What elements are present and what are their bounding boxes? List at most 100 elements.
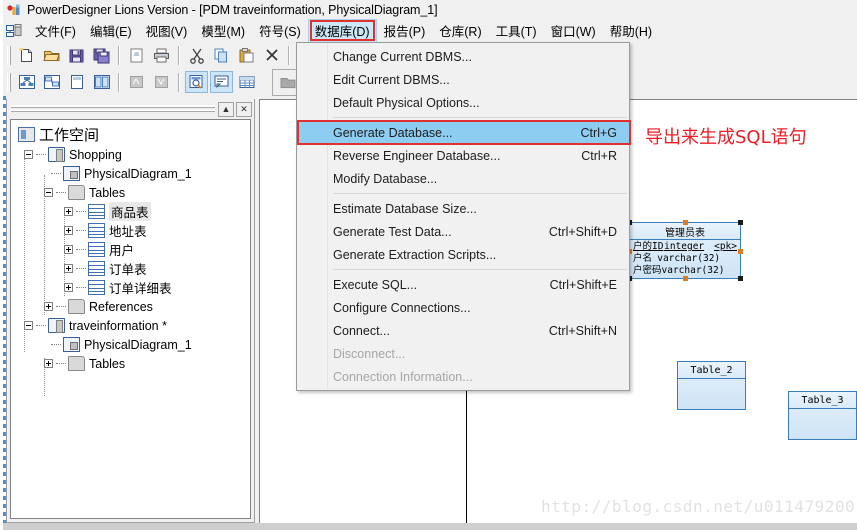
annotation-text: 导出来生成SQL语句 (645, 127, 807, 148)
model-icon (48, 318, 65, 333)
cut-icon[interactable] (185, 44, 208, 66)
menu-item-reverse-engineer-database[interactable]: Reverse Engineer Database... Ctrl+R (297, 144, 629, 167)
selection-handle[interactable] (683, 276, 688, 281)
cdm-icon[interactable] (15, 71, 38, 93)
print-preview-icon[interactable] (125, 44, 148, 66)
menu-report[interactable]: 报告(P) (377, 19, 433, 43)
menu-item-change-current-dbms[interactable]: Change Current DBMS... (297, 45, 629, 68)
open-icon[interactable] (40, 44, 63, 66)
delete-icon[interactable] (260, 44, 283, 66)
menu-item-generate-extraction-scripts[interactable]: Generate Extraction Scripts... (297, 243, 629, 266)
tree-node-shopping[interactable]: Shopping (15, 145, 250, 164)
table-shape-table-3[interactable]: Table_3 (788, 391, 857, 440)
copy-icon[interactable] (210, 44, 233, 66)
menu-item-shortcut: Ctrl+Shift+E (549, 277, 617, 292)
table-shape-table-2[interactable]: Table_2 (677, 361, 746, 410)
menu-model[interactable]: 模型(M) (194, 19, 252, 43)
menu-help[interactable]: 帮助(H) (603, 19, 659, 43)
menu-window[interactable]: 窗口(W) (544, 19, 603, 43)
tree-node-tables-travel[interactable]: Tables (15, 354, 250, 373)
table-shape-guanliyuanbiao[interactable]: 管理员表 户的ID integer <pk> 户名 varchar(32) 户密… (627, 220, 743, 281)
tree-expander-plus[interactable] (44, 359, 53, 368)
panel-drag-grip[interactable] (11, 105, 215, 113)
tree-label: 订单详细表 (109, 282, 172, 296)
tree-node-physicaldiagram-1[interactable]: PhysicalDiagram_1 (15, 164, 250, 183)
table-icon (88, 242, 105, 257)
tree-expander-minus[interactable] (44, 188, 53, 197)
side-by-side-icon[interactable] (90, 71, 113, 93)
tree-node-physicaldiagram-1-travel[interactable]: PhysicalDiagram_1 (15, 335, 250, 354)
menu-item-configure-connections[interactable]: Configure Connections... (297, 296, 629, 319)
tree-node-table-dingdanbiao[interactable]: 订单表 (15, 259, 250, 278)
menu-edit[interactable]: 编辑(E) (83, 19, 139, 43)
menu-view[interactable]: 视图(V) (139, 19, 195, 43)
menu-item-modify-database[interactable]: Modify Database... (297, 167, 629, 190)
tree-expander-plus[interactable] (64, 264, 73, 273)
tree-label: traveinformation * (69, 318, 167, 333)
toolbar-grip[interactable] (7, 45, 11, 65)
menu-item-edit-current-dbms[interactable]: Edit Current DBMS... (297, 68, 629, 91)
collapse-icon[interactable]: ▲ (218, 101, 234, 117)
tree-node-table-shangpinbiao[interactable]: 商品表 (15, 202, 250, 221)
menu-file[interactable]: 文件(F) (28, 19, 83, 43)
tree-node-table-dizhibiao[interactable]: 地址表 (15, 221, 250, 240)
tree-expander-plus[interactable] (64, 283, 73, 292)
selection-handle[interactable] (738, 220, 743, 225)
toolbar-grip[interactable] (7, 72, 11, 92)
toolbar-separator (178, 45, 180, 65)
menu-item-label: Default Physical Options... (333, 95, 480, 110)
tree-expander-plus[interactable] (64, 245, 73, 254)
menu-repository[interactable]: 仓库(R) (432, 19, 488, 43)
menu-item-default-physical-options[interactable]: Default Physical Options... (297, 91, 629, 114)
selection-handle[interactable] (683, 220, 688, 225)
tree-label: PhysicalDiagram_1 (84, 337, 192, 352)
menu-item-label: Change Current DBMS... (333, 49, 472, 64)
tree-dots (51, 173, 61, 174)
pdm-icon[interactable] (40, 71, 63, 93)
tree-node-workspace[interactable]: 工作空间 (15, 123, 250, 145)
menu-database[interactable]: 数据库(D) (307, 19, 377, 43)
menu-item-connect[interactable]: Connect... Ctrl+Shift+N (297, 319, 629, 342)
menu-item-execute-sql[interactable]: Execute SQL... Ctrl+Shift+E (297, 273, 629, 296)
tree-node-table-dingdanxiangxibiao[interactable]: 订单详细表 (15, 278, 250, 297)
menu-item-estimate-database-size[interactable]: Estimate Database Size... (297, 197, 629, 220)
tree-expander-minus[interactable] (24, 150, 33, 159)
menu-item-generate-database[interactable]: Generate Database... Ctrl+G (297, 121, 629, 144)
database-menu-dropdown[interactable]: Change Current DBMS... Edit Current DBMS… (296, 42, 631, 391)
menu-symbol[interactable]: 符号(S) (252, 19, 308, 43)
menu-item-shortcut: Ctrl+Shift+D (548, 224, 617, 239)
selection-handle[interactable] (738, 249, 743, 254)
tree-node-references[interactable]: References (15, 297, 250, 316)
tree-expander-plus[interactable] (64, 226, 73, 235)
save-icon[interactable] (65, 44, 88, 66)
toolbar-separator (178, 72, 180, 92)
status-bar (3, 523, 857, 530)
print-icon[interactable] (150, 44, 173, 66)
close-icon[interactable]: ✕ (236, 101, 252, 117)
folder-icon (68, 185, 85, 200)
preview-icon[interactable] (185, 71, 208, 93)
tree-expander-minus[interactable] (24, 321, 33, 330)
selection-handle[interactable] (738, 276, 743, 281)
paste-icon[interactable] (235, 44, 258, 66)
tree-node-table-yonghu[interactable]: 用户 (15, 240, 250, 259)
grid-icon[interactable] (235, 71, 258, 93)
powerdesigner-window: PowerDesigner Lions Version - [PDM trave… (0, 0, 857, 530)
diagram-icon (63, 337, 80, 352)
save-all-icon[interactable] (90, 44, 113, 66)
new-page-icon[interactable] (65, 71, 88, 93)
menu-item-generate-test-data[interactable]: Generate Test Data... Ctrl+Shift+D (297, 220, 629, 243)
new-icon[interactable] (15, 44, 38, 66)
tree-dots (56, 192, 66, 193)
menu-item-label: Connection Information... (333, 369, 473, 384)
diagram-icon (63, 166, 80, 181)
tree-expander-plus[interactable] (64, 207, 73, 216)
menu-tools[interactable]: 工具(T) (489, 19, 544, 43)
table-shape-title: Table_2 (678, 362, 745, 379)
tree-node-tables-shopping[interactable]: Tables (15, 183, 250, 202)
tree-expander-plus[interactable] (44, 302, 53, 311)
comment-icon[interactable] (210, 71, 233, 93)
tree-node-traveinformation[interactable]: traveinformation * (15, 316, 250, 335)
browser-panel: ▲ ✕ 工作空间 Shopping PhysicalDiagram_1 Tabl… (6, 99, 255, 523)
browser-tree[interactable]: 工作空间 Shopping PhysicalDiagram_1 Tables 商… (10, 119, 251, 519)
